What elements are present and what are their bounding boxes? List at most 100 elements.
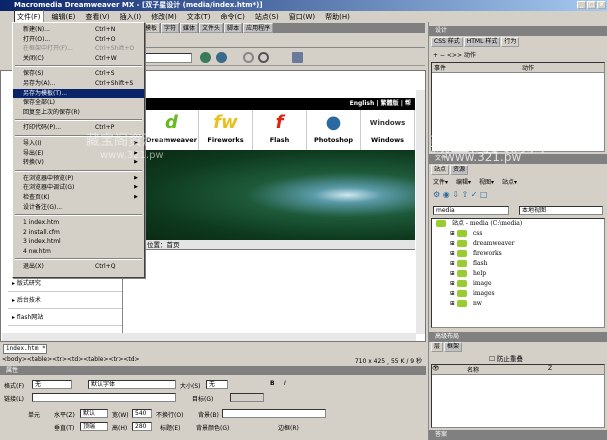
height-input[interactable]: 280 — [132, 422, 152, 431]
nowrap-label[interactable]: 不换行(O) — [156, 410, 183, 419]
format-select[interactable]: 无 — [32, 380, 72, 389]
panel-tab[interactable]: 框架 — [444, 342, 463, 352]
menu-9[interactable]: 帮助(H) — [323, 11, 352, 23]
panel-tab[interactable]: 资源 — [450, 165, 469, 175]
target-select[interactable] — [230, 393, 264, 402]
italic-button[interactable]: I — [284, 380, 286, 387]
site-menu[interactable]: 视图▾ — [479, 177, 494, 186]
file-menu-item[interactable]: 打开(O)... Ctrl+O — [13, 35, 144, 45]
size-select[interactable]: 无 — [206, 380, 228, 389]
tree-folder[interactable]: ⊞ fireworks — [436, 249, 604, 259]
panel-tab[interactable]: HTML 样式 — [463, 37, 501, 47]
expand-icon[interactable]: ⊞ — [450, 300, 457, 307]
get-icon[interactable]: ⇩ — [452, 190, 459, 199]
preview-in-browser-icon[interactable] — [216, 52, 227, 63]
file-menu-item[interactable]: 4 nw.htm — [13, 247, 144, 257]
maximize-button[interactable]: □ — [587, 1, 596, 9]
refresh-icon[interactable] — [243, 52, 254, 63]
put-icon[interactable]: ⇧ — [462, 190, 469, 199]
menu-8[interactable]: 窗口(W) — [287, 11, 317, 23]
file-menu-item[interactable]: 设计备注(G)... — [13, 203, 144, 213]
layers-panel-header[interactable]: 高级布局 — [429, 332, 607, 342]
vert-select[interactable]: 顶端 — [80, 422, 108, 431]
properties-header[interactable]: 属性 — [0, 366, 426, 375]
insert-tab[interactable]: 文件头 — [199, 23, 224, 33]
file-menu-item[interactable]: 在浏览器中调试(G) ▶ — [13, 183, 144, 193]
panel-tab[interactable]: CSS 样式 — [431, 37, 463, 47]
file-menu-item[interactable]: 新建(N)... Ctrl+N — [13, 25, 144, 35]
refresh-icon[interactable]: ◉ — [443, 190, 450, 199]
panel-tab[interactable]: 站点 — [431, 165, 450, 175]
tree-folder[interactable]: ⊞ css — [436, 229, 604, 239]
nav-item[interactable]: ▸ flash网站 — [8, 309, 122, 326]
app-link-2[interactable]: f Flash — [253, 110, 307, 150]
file-menu-item[interactable]: 检查页(K) ▶ — [13, 193, 144, 203]
visibility-column[interactable]: 👁 — [432, 365, 450, 374]
insert-tab[interactable]: 字符 — [161, 23, 180, 33]
name-column[interactable]: 名称 — [450, 365, 496, 374]
menu-7[interactable]: 站点(S) — [253, 11, 281, 23]
file-menu-item[interactable]: 另存为(A)... Ctrl+Shift+S — [13, 79, 144, 89]
event-column[interactable]: 事件 — [432, 63, 522, 72]
z-column[interactable]: Z — [496, 365, 604, 374]
site-menu[interactable]: 站点▾ — [502, 177, 517, 186]
panel-tab[interactable]: 层 — [431, 342, 444, 352]
checkout-icon[interactable]: ✓ — [471, 190, 478, 199]
panel-tab[interactable]: 行为 — [501, 37, 520, 47]
width-input[interactable]: 540 — [132, 409, 152, 418]
view-options-icon[interactable] — [258, 52, 269, 63]
add-behavior-button[interactable]: + − — [433, 52, 445, 59]
design-panel-header[interactable]: 设计 — [429, 26, 607, 36]
action-column[interactable]: 动作 — [522, 63, 534, 72]
code-navigation-icon[interactable] — [292, 52, 303, 63]
answers-panel-header[interactable]: 答案 — [429, 430, 607, 440]
bold-button[interactable]: B — [270, 380, 275, 387]
header-label[interactable]: 标题(E) — [160, 423, 180, 432]
file-menu-item[interactable]: 3 index.html — [13, 237, 144, 247]
tree-folder[interactable]: ⊞ help — [436, 269, 604, 279]
tree-folder[interactable]: ⊞ flash — [436, 259, 604, 269]
file-menu-item[interactable]: 1 index.htm — [13, 218, 144, 228]
file-menu-item[interactable]: 另存为模板(T)... — [13, 88, 144, 99]
font-select[interactable]: 默认字体 — [88, 380, 176, 389]
file-menu-item[interactable]: 保存全部(L) — [13, 98, 144, 108]
expand-icon[interactable]: ⊞ — [450, 250, 457, 257]
view-select[interactable]: 本地视图 — [519, 206, 603, 215]
expand-icon[interactable]: ⊞ — [450, 260, 457, 267]
menu-5[interactable]: 文本(T) — [185, 11, 213, 23]
page-top-bar[interactable]: English | 繁體版 | 帮 — [145, 98, 415, 110]
file-menu-item[interactable]: 在框架中打开(F)... Ctrl+Shift+O — [13, 44, 144, 54]
tree-folder[interactable]: ⊞ dreamweaver — [436, 239, 604, 249]
file-menu-item[interactable]: 保存(S) Ctrl+S — [13, 69, 144, 79]
nav-item[interactable]: ▸ 后台技术 — [8, 292, 122, 309]
site-menu[interactable]: 文件▾ — [433, 177, 448, 186]
tree-folder[interactable]: ⊞ nw — [436, 299, 604, 309]
document-title-field[interactable] — [140, 53, 192, 63]
tree-folder[interactable]: ⊞ images — [436, 289, 604, 299]
horz-select[interactable]: 默认 — [80, 409, 108, 418]
prevent-overlap-checkbox[interactable]: ☐ 防止重叠 — [489, 353, 523, 363]
file-menu-item[interactable]: 退出(X) Ctrl+Q — [13, 262, 144, 272]
expand-icon[interactable]: ⊞ — [450, 280, 457, 287]
expand-icon[interactable]: ⊞ — [450, 290, 457, 297]
tree-folder[interactable]: ⊞ image — [436, 279, 604, 289]
menu-4[interactable]: 修改(M) — [149, 11, 179, 23]
insert-tab[interactable]: 脚本 — [224, 23, 243, 33]
horizontal-scrollbar[interactable] — [2, 333, 416, 341]
tree-root[interactable]: 站点 - media (C:\media) — [436, 219, 604, 229]
minimize-button[interactable]: _ — [577, 1, 586, 9]
file-menu-item[interactable]: 2 install.cfm — [13, 228, 144, 238]
expand-icon[interactable]: ⊞ — [450, 270, 457, 277]
expand-icon[interactable]: ⊞ — [450, 230, 457, 237]
insert-tab[interactable]: 媒体 — [180, 23, 199, 33]
file-management-icon[interactable] — [200, 52, 211, 63]
file-menu-item[interactable]: 在浏览器中预览(P) ▶ — [13, 174, 144, 184]
menu-6[interactable]: 命令(C) — [218, 11, 246, 23]
connect-icon[interactable]: ⚙ — [433, 190, 440, 199]
insert-tab[interactable]: 应用程序 — [243, 23, 274, 33]
close-button[interactable]: × — [597, 1, 606, 9]
expand-icon[interactable]: ⊞ — [450, 240, 457, 247]
site-menu[interactable]: 编辑▾ — [456, 177, 471, 186]
app-link-4[interactable]: Windows Windows — [361, 110, 415, 150]
vertical-scrollbar[interactable] — [416, 90, 425, 334]
